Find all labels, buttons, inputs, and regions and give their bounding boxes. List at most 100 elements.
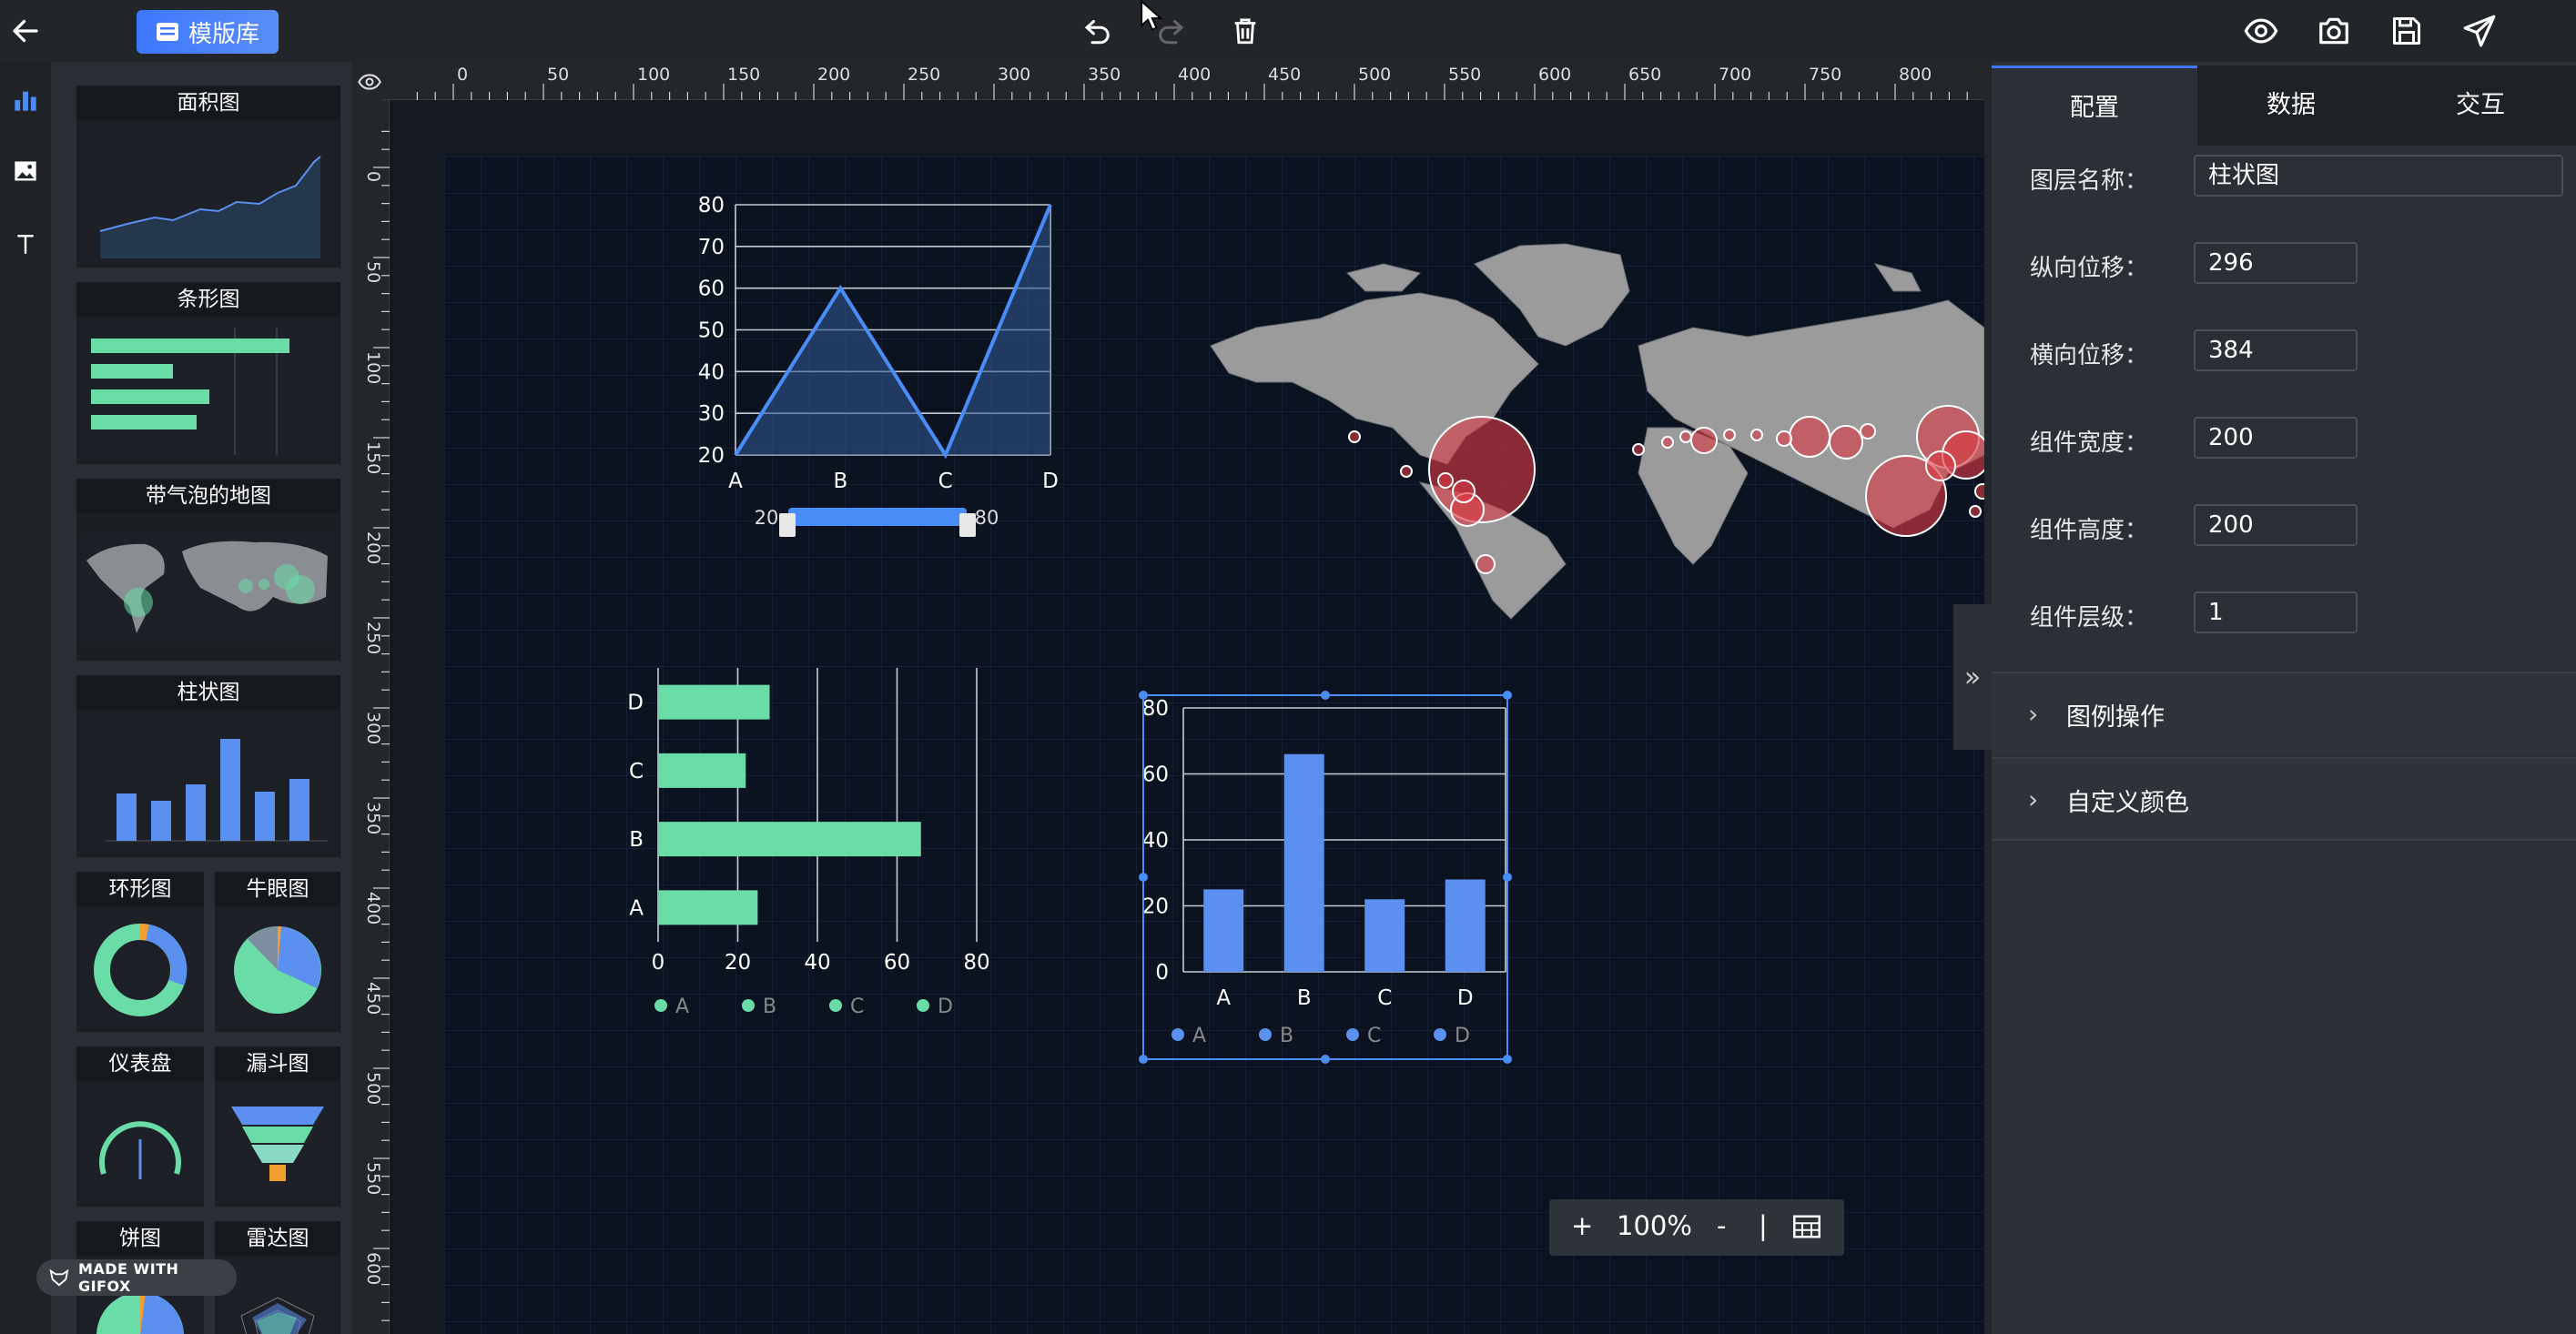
map-landmass [1873, 263, 1922, 292]
ruler-label: 0 [457, 65, 468, 85]
zoom-divider: | [1759, 1210, 1768, 1241]
offset-y-input[interactable]: 296 [2194, 242, 2358, 284]
vbar-x-tick-label: D [1457, 986, 1474, 1010]
vbar-legend-label: B [1280, 1025, 1293, 1047]
image-icon[interactable] [7, 153, 44, 189]
map-bubble [1789, 416, 1831, 458]
collapse-panel-button[interactable]: » [1953, 604, 1992, 750]
canvas-scroll-area[interactable]: 80 70 60 50 40 30 20 A B C D 20 80 0 20 40 60 80 D C B A A B C D 8… [390, 100, 1984, 1334]
double-chevron-right-icon: » [1963, 661, 1982, 693]
template-card-bubble-map[interactable]: 带气泡的地图 [76, 479, 340, 661]
ruler-label: 100 [363, 351, 383, 384]
vertical-ruler[interactable]: 0 50 100 150 200 250 300 350 400 450 500 550 600 [351, 100, 390, 1334]
area-y-tick-label: 80 [698, 194, 725, 217]
save-icon[interactable] [2385, 9, 2429, 53]
ruler-label: 450 [1268, 65, 1301, 85]
map-bubble [1437, 472, 1454, 489]
map-bubble [1829, 425, 1863, 460]
map-bubble [1925, 450, 1956, 481]
legend-settings-section[interactable]: › 图例操作 [1992, 672, 2576, 755]
hbar-legend-label: D [938, 995, 953, 1018]
bubble-map-thumbnail [82, 533, 335, 642]
bar-chart-thumbnail [82, 318, 335, 460]
chart-icon[interactable] [7, 82, 44, 118]
mouse-cursor-icon [1140, 0, 1163, 35]
screenshot-camera-icon[interactable] [2312, 9, 2356, 53]
design-canvas[interactable]: 80 70 60 50 40 30 20 A B C D 20 80 0 20 40 60 80 D C B A A B C D 8… [444, 157, 1984, 1334]
vbar-x-tick-label: C [1377, 986, 1392, 1010]
section-label: 图例操作 [2066, 703, 2165, 732]
resize-handle [1139, 873, 1148, 882]
chevron-right-icon: › [2028, 699, 2039, 729]
layer-name-input[interactable]: 柱状图 [2194, 155, 2563, 197]
zoom-in-button[interactable]: + [1571, 1210, 1593, 1241]
map-bubble [1750, 429, 1763, 441]
gifox-watermark: MADE WITH GIFOX [36, 1259, 237, 1296]
ruler-label: 550 [363, 1162, 383, 1195]
template-card-label: 面积图 [76, 86, 340, 120]
offset-x-label: 横向位移： [2030, 342, 2149, 369]
column-chart-thumbnail [82, 712, 335, 854]
template-library-button[interactable]: 模版库 [137, 10, 279, 54]
tab-interaction[interactable]: 交互 [2385, 66, 2576, 146]
width-input[interactable]: 200 [2194, 417, 2358, 459]
custom-color-section[interactable]: › 自定义颜色 [1992, 757, 2576, 841]
area-y-tick-label: 30 [698, 402, 725, 426]
height-input[interactable]: 200 [2194, 504, 2358, 546]
range-slider-track [788, 508, 967, 526]
layer-name-label: 图层名称： [2030, 167, 2149, 195]
template-card-area-chart[interactable]: 面积图 [76, 86, 340, 268]
hbar-x-tick-label: 80 [963, 951, 989, 975]
offset-x-input[interactable]: 384 [2194, 329, 2358, 371]
template-card-label: 条形图 [76, 282, 340, 317]
funnel-thumbnail [220, 1083, 335, 1203]
area-chart-thumbnail [82, 122, 335, 264]
template-card-label: 雷达图 [215, 1221, 340, 1256]
map-bubble [1632, 443, 1645, 456]
vbar-y-tick-label: 60 [1142, 763, 1169, 787]
template-card-gauge[interactable]: 仪表盘 [76, 1046, 204, 1207]
z-index-input[interactable]: 1 [2194, 591, 2358, 633]
back-arrow-icon[interactable] [4, 9, 47, 53]
hbar-y-tick-label: D [627, 692, 644, 715]
range-slider-max-label: 80 [975, 507, 999, 529]
map-bubble [1400, 465, 1413, 478]
ruler-label: 550 [1448, 65, 1481, 85]
map-bubble [1776, 430, 1792, 447]
template-card-label: 漏斗图 [215, 1046, 340, 1081]
area-y-tick-label: 50 [698, 319, 725, 343]
tab-data[interactable]: 数据 [2197, 66, 2385, 146]
range-slider-min-label: 20 [755, 507, 779, 529]
template-card-column-chart[interactable]: 柱状图 [76, 675, 340, 857]
template-card-bar-chart[interactable]: 条形图 [76, 282, 340, 464]
fit-grid-icon[interactable] [1793, 1214, 1820, 1245]
zoom-out-button[interactable]: - [1717, 1210, 1726, 1241]
template-card-ring-chart[interactable]: 环形图 [76, 872, 204, 1032]
properties-panel: 配置 数据 交互 图层名称： 柱状图 纵向位移： 296 横向位移： 384 组… [1992, 62, 2576, 1334]
template-card-bullseye-chart[interactable]: 牛眼图 [215, 872, 340, 1032]
vbar-y-tick-label: 40 [1142, 829, 1169, 853]
preview-eye-icon[interactable] [2239, 9, 2283, 53]
hbar-bar [658, 753, 746, 788]
template-card-funnel[interactable]: 漏斗图 [215, 1046, 340, 1207]
area-x-tick-label: A [728, 470, 743, 493]
template-panel: 面积图 条形图 带气泡的地图 柱状图 环形图 牛眼图 仪表盘 漏斗图 饼图 雷达… [51, 62, 351, 1334]
ruler-label: 450 [363, 982, 383, 1015]
vbar-legend-marker [1171, 1028, 1184, 1041]
range-slider-handle-left [779, 513, 796, 537]
section-label: 自定义颜色 [2066, 789, 2189, 817]
delete-trash-icon[interactable] [1223, 9, 1267, 53]
height-label: 组件高度： [2030, 517, 2149, 544]
z-index-label: 组件层级： [2030, 604, 2149, 632]
canvas-components: 80706050403020A B C D20 800 20 40 60 80DCBAA B C D8… [627, 194, 1984, 1064]
vbar-legend-marker [1346, 1028, 1359, 1041]
selection-frame [1142, 694, 1508, 1060]
vbar-x-tick-label: B [1297, 986, 1312, 1010]
text-icon[interactable] [7, 226, 44, 262]
horizontal-ruler[interactable]: 0 50 100 150 200 250 300 350 400 450 500 550 600 650 7… [382, 62, 2000, 100]
resize-handle [1503, 1055, 1512, 1064]
publish-send-icon[interactable] [2458, 9, 2501, 53]
ring-chart-thumbnail [82, 908, 198, 1028]
undo-icon[interactable] [1076, 9, 1120, 53]
tab-config[interactable]: 配置 [1992, 66, 2197, 146]
